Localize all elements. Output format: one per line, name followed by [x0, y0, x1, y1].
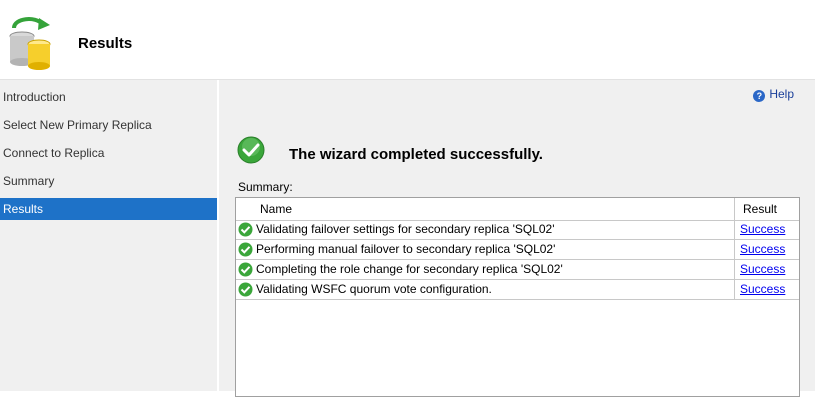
table-header: Name Result: [236, 198, 799, 221]
row-name: Validating failover settings for seconda…: [256, 222, 555, 236]
result-link[interactable]: Success: [740, 282, 785, 296]
row-name: Completing the role change for secondary…: [256, 262, 563, 276]
table-row: Validating failover settings for seconda…: [236, 220, 799, 240]
result-link[interactable]: Success: [740, 262, 785, 276]
table-row: Validating WSFC quorum vote configuratio…: [236, 280, 799, 300]
result-link[interactable]: Success: [740, 222, 785, 236]
help-label: Help: [769, 87, 794, 101]
summary-label: Summary:: [238, 180, 293, 194]
sidebar-item-select-new-primary-replica[interactable]: Select New Primary Replica: [0, 114, 217, 136]
wizard-header: Results: [0, 0, 815, 80]
row-name: Performing manual failover to secondary …: [256, 242, 556, 256]
success-icon: [238, 222, 253, 237]
table-row: Performing manual failover to secondary …: [236, 240, 799, 260]
sidebar-item-results[interactable]: Results: [0, 198, 217, 220]
results-table: Name Result Validating failover settings…: [235, 197, 800, 397]
result-link[interactable]: Success: [740, 242, 785, 256]
wizard-sidebar: Introduction Select New Primary Replica …: [0, 80, 217, 391]
success-icon: [238, 242, 253, 257]
row-name: Validating WSFC quorum vote configuratio…: [256, 282, 492, 296]
success-icon: [238, 282, 253, 297]
results-panel: ? Help The wizard completed successfully.…: [219, 80, 815, 397]
status-message: The wizard completed successfully.: [289, 146, 543, 163]
help-icon: ?: [753, 90, 766, 102]
table-row: Completing the role change for secondary…: [236, 260, 799, 280]
database-sync-icon: [9, 17, 51, 70]
column-header-result[interactable]: Result: [734, 198, 799, 220]
help-link[interactable]: ? Help: [753, 86, 794, 102]
success-check-icon: [237, 136, 265, 164]
column-header-name[interactable]: Name: [260, 198, 292, 220]
page-title: Results: [78, 35, 133, 52]
sidebar-item-connect-to-replica[interactable]: Connect to Replica: [0, 142, 217, 164]
sidebar-item-introduction[interactable]: Introduction: [0, 86, 217, 108]
success-icon: [238, 262, 253, 277]
sidebar-item-summary[interactable]: Summary: [0, 170, 217, 192]
